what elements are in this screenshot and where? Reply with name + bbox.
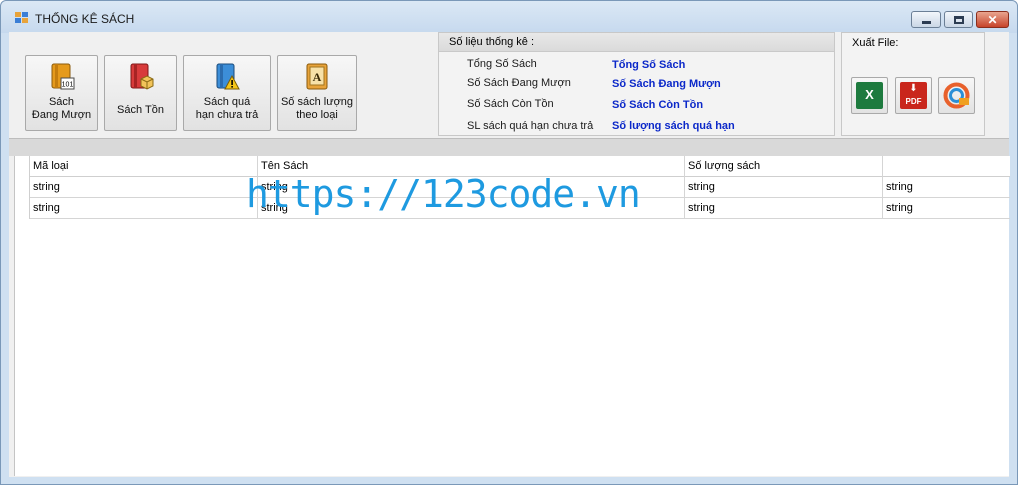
stock-books-label: Sách Tồn	[117, 104, 164, 116]
export-html-button[interactable]	[938, 77, 975, 114]
toolbar: 101 Sách Đang Mượn Sách Tồn Sách quá hạn…	[9, 32, 1009, 138]
books-by-category-button[interactable]: A Số sách lượng theo loại	[277, 55, 357, 131]
stat-label-total: Tổng Số Sách	[467, 58, 537, 70]
pdf-icon: ⬇ PDF	[900, 82, 927, 109]
maximize-button[interactable]	[944, 11, 973, 28]
separator-band	[9, 138, 1009, 156]
column-header-extra[interactable]	[883, 156, 1010, 177]
book-warning-icon	[216, 63, 240, 90]
export-excel-button[interactable]: X	[851, 77, 888, 114]
client-area: 101 Sách Đang Mượn Sách Tồn Sách quá hạn…	[9, 32, 1010, 477]
row-header[interactable]	[15, 198, 30, 219]
book-box-icon	[130, 63, 153, 90]
book-101-icon: 101	[51, 63, 74, 90]
export-pdf-button[interactable]: ⬇ PDF	[895, 77, 932, 114]
table-cell[interactable]: string	[883, 177, 1010, 198]
stat-value-overdue: Số lượng sách quá hạn	[612, 120, 735, 132]
borrowed-books-button[interactable]: 101 Sách Đang Mượn	[25, 55, 98, 131]
overdue-books-label: Sách quá hạn chưa trả	[195, 96, 259, 121]
main-window: THỐNG KÊ SÁCH ✕ 101 Sách Đang Mượn Sách …	[0, 0, 1018, 485]
table-cell[interactable]: string	[685, 198, 883, 219]
column-header-category-code[interactable]: Mã loại	[30, 156, 258, 177]
table-cell[interactable]: string	[30, 177, 258, 198]
statistics-panel: Số liệu thống kê : Tổng Số Sách Tổng Số …	[438, 32, 835, 136]
statistics-header: Số liệu thống kê :	[439, 33, 834, 52]
stat-value-borrowed: Số Sách Đang Mượn	[612, 78, 721, 90]
table-cell[interactable]: string	[685, 177, 883, 198]
close-button[interactable]: ✕	[976, 11, 1009, 28]
export-panel: Xuất File: X ⬇ PDF	[841, 32, 985, 136]
title-bar[interactable]: THỐNG KÊ SÁCH ✕	[1, 1, 1017, 33]
app-icon	[15, 12, 29, 24]
minimize-icon	[921, 20, 931, 24]
row-header-corner	[15, 156, 30, 177]
export-label: Xuất File:	[852, 37, 899, 49]
row-header[interactable]	[15, 177, 30, 198]
excel-icon: X	[856, 82, 883, 109]
close-icon: ✕	[987, 12, 998, 27]
book-letter-a-icon: A	[306, 63, 328, 90]
borrowed-books-label: Sách Đang Mượn	[31, 96, 92, 121]
stat-label-borrowed: Số Sách Đang Mượn	[467, 77, 571, 89]
stat-label-remaining: Số Sách Còn Tồn	[467, 98, 554, 110]
statistics-header-text: Số liệu thống kê :	[449, 36, 535, 48]
window-title: THỐNG KÊ SÁCH	[35, 12, 135, 26]
stock-books-button[interactable]: Sách Tồn	[104, 55, 177, 131]
stat-value-remaining: Số Sách Còn Tồn	[612, 99, 704, 111]
stat-value-total: Tổng Số Sách	[612, 59, 686, 71]
minimize-button[interactable]	[911, 11, 941, 28]
svg-text:A: A	[313, 70, 322, 84]
stat-label-overdue: SL sách quá hạn chưa trả	[467, 120, 594, 132]
table-cell[interactable]: string	[883, 198, 1010, 219]
watermark-text: https://123code.vn	[246, 172, 641, 216]
column-header-book-quantity[interactable]: Số lượng sách	[685, 156, 883, 177]
maximize-icon	[953, 15, 964, 24]
svg-text:101: 101	[61, 82, 73, 89]
overdue-books-button[interactable]: Sách quá hạn chưa trả	[183, 55, 271, 131]
html-icon	[943, 82, 970, 109]
table-cell[interactable]: string	[30, 198, 258, 219]
books-by-category-label: Số sách lượng theo loại	[280, 96, 354, 121]
